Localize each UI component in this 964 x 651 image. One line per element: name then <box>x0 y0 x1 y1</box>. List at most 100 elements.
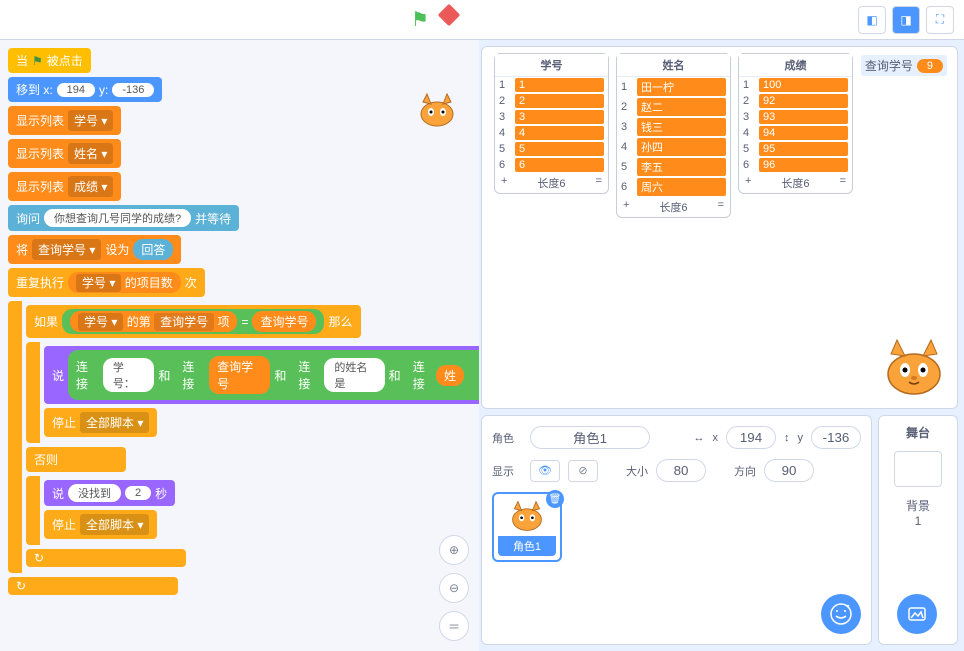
fullscreen-button[interactable]: ⛶ <box>926 6 954 34</box>
goto-xy-block[interactable]: 移到 x: 194 y: -136 <box>8 77 162 102</box>
list-item[interactable]: 292 <box>739 93 852 109</box>
delete-sprite-button[interactable]: 🗑 <box>546 490 564 508</box>
zoom-reset-button[interactable]: ＝ <box>439 611 469 641</box>
list-item[interactable]: 393 <box>739 109 852 125</box>
sprite-label: 角色 <box>492 430 522 446</box>
list-monitor[interactable]: 成绩1100292393494595696 + 长度6 = <box>738 53 853 194</box>
zoom-controls: ⊕ ⊖ ＝ <box>439 535 469 641</box>
say-block[interactable]: 说 连接学号：和 连接查询学号和 连接的姓名是和 连接姓 <box>44 346 479 404</box>
lower-panels: 角色 ↔x ↕y 显示 👁 ⊘ 大小 方向 <box>481 415 958 645</box>
var-reporter[interactable]: 查询学号 <box>252 311 316 332</box>
list-item[interactable]: 1100 <box>739 77 852 93</box>
repeat-body: 如果 学号 ▾ 的第 查询学号 项 = 查询学号 那么 说 连接学号：和 连接查… <box>8 301 479 573</box>
question-input[interactable]: 你想查询几号同学的成绩? <box>44 209 191 227</box>
show-button[interactable]: 👁 <box>530 460 560 482</box>
list-item[interactable]: 3钱三 <box>617 117 730 137</box>
main: 当 ⚑ 被点击 移到 x: 194 y: -136 显示列表学号 ▾ 显示列表姓… <box>0 40 964 651</box>
list-item[interactable]: 5李五 <box>617 157 730 177</box>
backdrop-label: 背景 <box>906 497 930 514</box>
green-flag-icon[interactable]: ⚑ <box>411 7 429 32</box>
y-input[interactable] <box>811 426 861 449</box>
list-item[interactable]: 66 <box>495 157 608 173</box>
set-var-block[interactable]: 将 查询学号 ▾ 设为 回答 <box>8 235 181 264</box>
stop-block-2[interactable]: 停止全部脚本 ▾ <box>44 510 157 539</box>
ask-block[interactable]: 询问 你想查询几号同学的成绩? 并等待 <box>8 205 239 231</box>
length: 长度6 <box>537 175 565 191</box>
dir-input[interactable] <box>764 459 814 482</box>
list-dropdown[interactable]: 成绩 ▾ <box>68 176 113 197</box>
resize[interactable]: = <box>840 175 846 191</box>
backdrop-count: 1 <box>906 514 930 528</box>
list-dropdown[interactable]: 姓名 ▾ <box>68 143 113 164</box>
list-monitor[interactable]: 学号112233445566+长度6= <box>494 53 609 194</box>
monitor-title: 姓名 <box>617 54 730 77</box>
else-label[interactable]: 否则 <box>26 447 126 472</box>
list-monitor[interactable]: 姓名1田一柠2赵二3钱三4孙四5李五6周六 + 长度6 = <box>616 53 731 218</box>
list-item[interactable]: 6周六 <box>617 177 730 197</box>
zoom-out-button[interactable]: ⊖ <box>439 573 469 603</box>
c-end: ↻ <box>26 549 186 567</box>
stage-panel: 舞台 背景 1 <box>878 415 958 645</box>
if-block[interactable]: 如果 学号 ▾ 的第 查询学号 项 = 查询学号 那么 <box>26 305 361 338</box>
y-input[interactable]: -136 <box>112 83 154 97</box>
c-end: ↻ <box>8 577 178 595</box>
stop-dropdown[interactable]: 全部脚本 ▾ <box>80 412 149 433</box>
list-item[interactable]: 595 <box>739 141 852 157</box>
add-sprite-button[interactable] <box>821 594 861 634</box>
sprite-card-name: 角色1 <box>498 536 556 556</box>
resize[interactable]: = <box>718 199 724 215</box>
text: 当 <box>16 52 28 69</box>
length: 长度6 <box>781 175 809 191</box>
show-label: 显示 <box>492 463 522 479</box>
if-body: 说 连接学号：和 连接查询学号和 连接的姓名是和 连接姓 停止全部脚本 ▾ <box>26 342 479 443</box>
list-item[interactable]: 33 <box>495 109 608 125</box>
sprite-card[interactable]: 🗑 角色1 <box>492 492 562 562</box>
dir-label: 方向 <box>734 463 756 479</box>
length: 长度6 <box>659 199 687 215</box>
resize[interactable]: = <box>596 175 602 191</box>
hide-button[interactable]: ⊘ <box>568 460 598 482</box>
text: 被点击 <box>47 52 83 69</box>
show-list-1[interactable]: 显示列表学号 ▾ <box>8 106 121 135</box>
show-list-3[interactable]: 显示列表成绩 ▾ <box>8 172 121 201</box>
zoom-in-button[interactable]: ⊕ <box>439 535 469 565</box>
equals-block[interactable]: 学号 ▾ 的第 查询学号 项 = 查询学号 <box>62 309 324 334</box>
readout-label: 查询学号 <box>865 57 913 74</box>
backdrop-thumb[interactable] <box>894 451 942 487</box>
list-item[interactable]: 44 <box>495 125 608 141</box>
list-item[interactable]: 494 <box>739 125 852 141</box>
view-modes: ◧ ◨ ⛶ <box>858 6 954 34</box>
when-flag-clicked-block[interactable]: 当 ⚑ 被点击 <box>8 48 91 73</box>
repeat-block[interactable]: 重复执行 学号 ▾ 的项目数 次 <box>8 268 205 297</box>
list-item[interactable]: 11 <box>495 77 608 93</box>
stop-icon[interactable] <box>438 4 461 27</box>
x-input[interactable]: 194 <box>57 83 95 97</box>
small-stage-button[interactable]: ◧ <box>858 6 886 34</box>
var-dropdown[interactable]: 查询学号 ▾ <box>32 239 101 260</box>
x-input[interactable] <box>726 426 776 449</box>
say-for-block[interactable]: 说没找到2秒 <box>44 480 175 506</box>
list-item[interactable]: 22 <box>495 93 608 109</box>
list-item[interactable]: 55 <box>495 141 608 157</box>
add-backdrop-button[interactable] <box>897 594 937 634</box>
sprite-on-stage[interactable] <box>879 336 949 400</box>
sprite-name-input[interactable] <box>530 426 650 449</box>
code-area[interactable]: 当 ⚑ 被点击 移到 x: 194 y: -136 显示列表学号 ▾ 显示列表姓… <box>0 40 479 651</box>
list-item[interactable]: 696 <box>739 157 852 173</box>
monitor-title: 成绩 <box>739 54 852 77</box>
show-list-2[interactable]: 显示列表姓名 ▾ <box>8 139 121 168</box>
list-item[interactable]: 4孙四 <box>617 137 730 157</box>
add-item[interactable]: + <box>501 175 507 191</box>
app: ⚑ ◧ ◨ ⛶ 当 ⚑ 被点击 移到 x: 194 y: -136 <box>0 0 964 651</box>
stage[interactable]: 查询学号 9 学号112233445566+长度6=姓名1田一柠2赵二3钱三4孙… <box>481 46 958 409</box>
stop-block[interactable]: 停止全部脚本 ▾ <box>44 408 157 437</box>
list-item[interactable]: 2赵二 <box>617 97 730 117</box>
stage-column: 查询学号 9 学号112233445566+长度6=姓名1田一柠2赵二3钱三4孙… <box>479 40 964 651</box>
size-input[interactable] <box>656 459 706 482</box>
list-item[interactable]: 1田一柠 <box>617 77 730 97</box>
answer-reporter[interactable]: 回答 <box>133 239 173 260</box>
list-dropdown[interactable]: 学号 ▾ <box>68 110 113 131</box>
add-item[interactable]: + <box>623 199 629 215</box>
add-item[interactable]: + <box>745 175 751 191</box>
large-stage-button[interactable]: ◨ <box>892 6 920 34</box>
